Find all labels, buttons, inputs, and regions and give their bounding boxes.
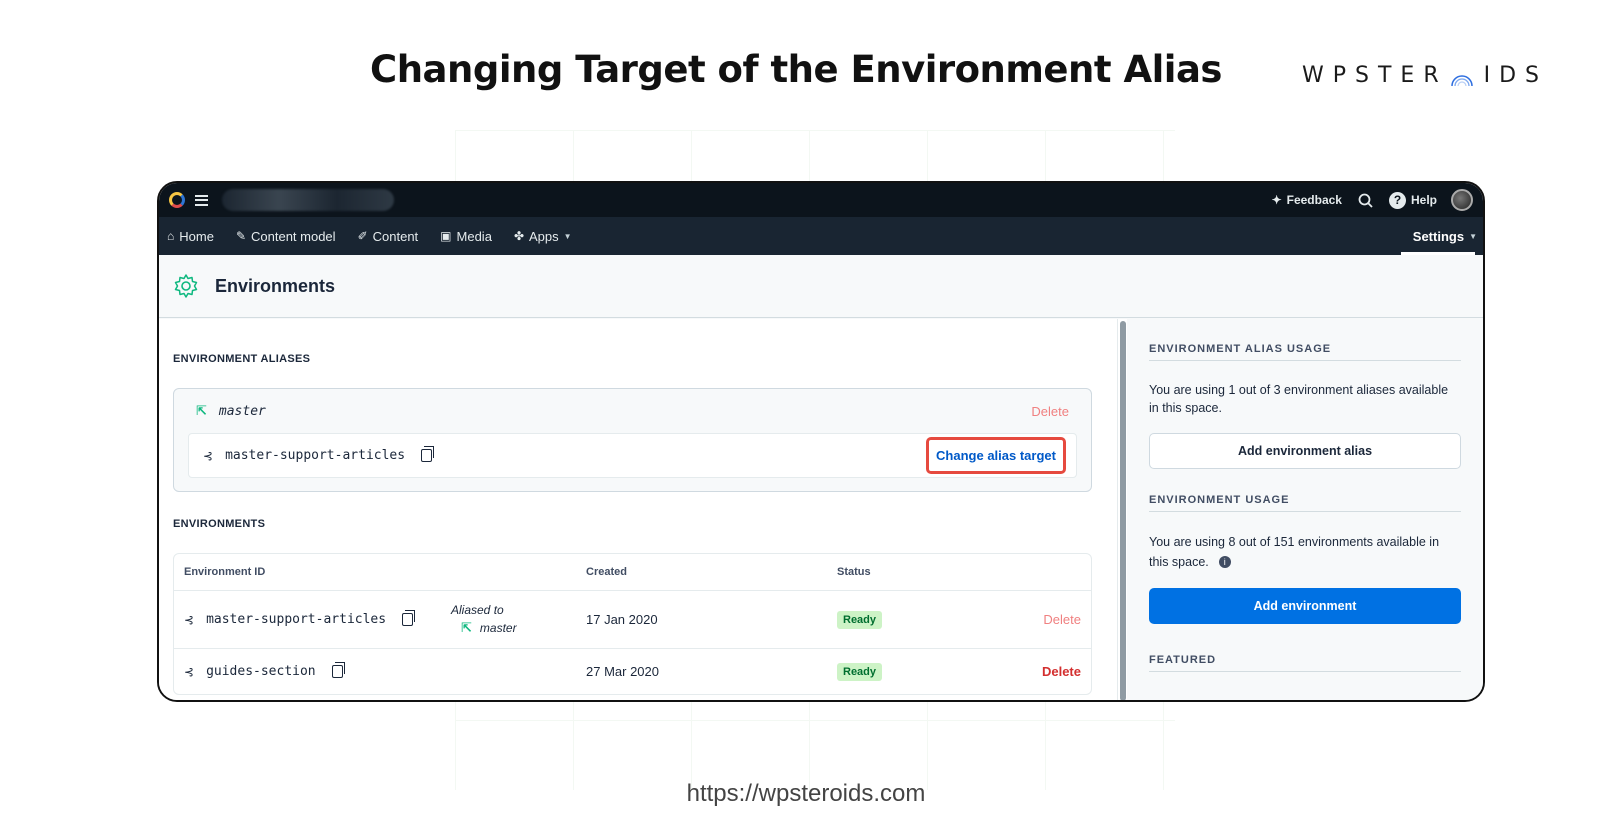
nav-item-media[interactable]: ▣ Media [440, 229, 492, 244]
nav-label: Home [179, 228, 214, 244]
copy-icon[interactable] [331, 662, 345, 678]
search-button[interactable] [1358, 193, 1373, 208]
chevron-down-icon: ▼ [1469, 231, 1477, 241]
avatar[interactable] [1451, 189, 1473, 211]
info-icon[interactable]: i [1218, 556, 1231, 568]
branch-icon: ⊰ [184, 612, 195, 627]
status-cell: Ready [837, 662, 883, 681]
chevron-down-icon: ▼ [563, 231, 572, 241]
alias-usage-text: You are using 1 out of 3 environment ali… [1149, 383, 1449, 415]
column-status: Status [837, 566, 871, 578]
menu-icon[interactable] [195, 194, 208, 206]
created-date: 17 Jan 2020 [586, 612, 658, 627]
help-label: Help [1410, 193, 1437, 207]
search-icon [1358, 193, 1373, 208]
featured-heading: FEATURED [1149, 654, 1461, 672]
delete-link[interactable]: Delete [1042, 664, 1081, 679]
nav-label: Content [372, 228, 419, 244]
column-created: Created [586, 566, 627, 578]
contentful-logo-icon[interactable] [169, 192, 185, 208]
nav-item-content-model[interactable]: ✎ Content model [236, 229, 336, 244]
aliased-name: master [479, 621, 517, 635]
slide: Changing Target of the Environment Alias… [0, 0, 1612, 818]
branch-icon: ⊰ [203, 448, 214, 463]
env-usage-text-wrap: You are using 8 out of 151 environments … [1149, 532, 1461, 572]
table-row: ⊰ master-support-articles Aliased to ⇱ ma… [174, 591, 1091, 649]
env-usage-text: You are using 8 out of 151 environments … [1149, 535, 1440, 569]
aliases-heading: ENVIRONMENT ALIASES [173, 353, 311, 365]
app-screenshot: ✦ Feedback ? Help ⌂ Home ✎ Content model [157, 181, 1485, 702]
nav-item-apps[interactable]: ✤ Apps ▼ [514, 229, 572, 244]
nav-item-content[interactable]: ✐ Content [358, 229, 419, 244]
column-environment-id: Environment ID [184, 566, 266, 578]
scrollbar[interactable] [1117, 319, 1127, 700]
created-date: 27 Mar 2020 [586, 664, 659, 679]
footer-url[interactable]: https://wpsteroids.com [0, 780, 1612, 808]
brand-right: IDS [1483, 63, 1549, 88]
add-environment-button[interactable]: Add environment [1149, 588, 1461, 624]
environment-id-cell: ⊰ master-support-articles [184, 610, 416, 627]
page-header: Environments [159, 255, 1483, 318]
env-usage-heading: ENVIRONMENT USAGE [1149, 494, 1461, 512]
table-header: Environment ID Created Status [174, 554, 1091, 591]
aliased-to-value: ⇱ master [451, 619, 517, 638]
copy-icon[interactable] [402, 610, 416, 626]
status-badge: Ready [837, 662, 883, 681]
nav-item-settings[interactable]: Settings ▼ [1413, 217, 1477, 255]
space-switcher[interactable] [222, 189, 394, 211]
scrollbar-thumb[interactable] [1120, 321, 1126, 700]
alias-icon: ⇱ [461, 621, 472, 636]
aliased-to-cell: Aliased to ⇱ master [451, 601, 517, 638]
image-icon: ▣ [440, 229, 452, 243]
alias-icon: ⇱ [196, 403, 207, 419]
alias-card: ⇱ master Delete ⊰ master-support-article… [173, 388, 1092, 492]
alias-row: ⇱ master Delete [174, 389, 1091, 433]
brand-logo: WPSTER IDS [1302, 63, 1548, 88]
alias-target-row: ⊰ master-support-articles Change alias t… [188, 433, 1077, 478]
environments-heading: ENVIRONMENTS [173, 518, 266, 530]
copy-icon[interactable] [421, 446, 435, 462]
top-bar: ✦ Feedback ? Help [159, 183, 1483, 217]
pen-icon: ✐ [357, 229, 368, 243]
status-cell: Ready [837, 610, 883, 629]
alias-delete-link[interactable]: Delete [1031, 404, 1069, 419]
change-alias-target-button[interactable]: Change alias target [926, 437, 1066, 474]
sparkle-icon: ✦ [1271, 193, 1282, 207]
nav-item-home[interactable]: ⌂ Home [167, 229, 214, 244]
alias-usage-heading: ENVIRONMENT ALIAS USAGE [1149, 343, 1461, 361]
aliased-to-label: Aliased to [451, 603, 504, 617]
question-icon: ? [1388, 191, 1406, 209]
environment-id: guides-section [206, 664, 316, 679]
nav-label: Media [456, 228, 492, 244]
environments-table: Environment ID Created Status ⊰ master-s… [173, 553, 1092, 695]
page-title: Environments [215, 275, 336, 296]
status-badge: Ready [837, 610, 883, 629]
brand-o-icon [1449, 67, 1475, 87]
environment-id-cell: ⊰ guides-section [184, 662, 345, 679]
wrench-icon: ✎ [235, 229, 246, 243]
feedback-button[interactable]: ✦ Feedback [1272, 193, 1342, 207]
feedback-label: Feedback [1286, 193, 1342, 207]
branch-icon: ⊰ [184, 664, 195, 679]
puzzle-icon: ✤ [513, 229, 524, 243]
environment-id: master-support-articles [206, 612, 387, 627]
table-row: ⊰ guides-section 27 Mar 2020 Ready Delet… [174, 649, 1091, 694]
home-icon: ⌂ [167, 229, 175, 243]
nav-label: Settings [1412, 228, 1465, 244]
gear-icon [174, 274, 198, 298]
alias-name: master [218, 403, 266, 419]
main-content: ENVIRONMENT ALIASES ⇱ master Delete ⊰ ma… [159, 319, 1117, 700]
help-button[interactable]: ? Help [1388, 191, 1437, 209]
active-tab-indicator [1401, 252, 1475, 255]
sidebar: ENVIRONMENT ALIAS USAGE You are using 1 … [1127, 319, 1483, 700]
nav-label: Apps [529, 228, 559, 244]
nav-label: Content model [251, 228, 336, 244]
alias-target-name: master-support-articles [225, 448, 406, 463]
add-environment-alias-button[interactable]: Add environment alias [1149, 433, 1461, 469]
main-nav: ⌂ Home ✎ Content model ✐ Content ▣ Media… [159, 217, 1483, 255]
brand-left: WPSTER [1302, 63, 1448, 88]
delete-link[interactable]: Delete [1043, 612, 1081, 627]
